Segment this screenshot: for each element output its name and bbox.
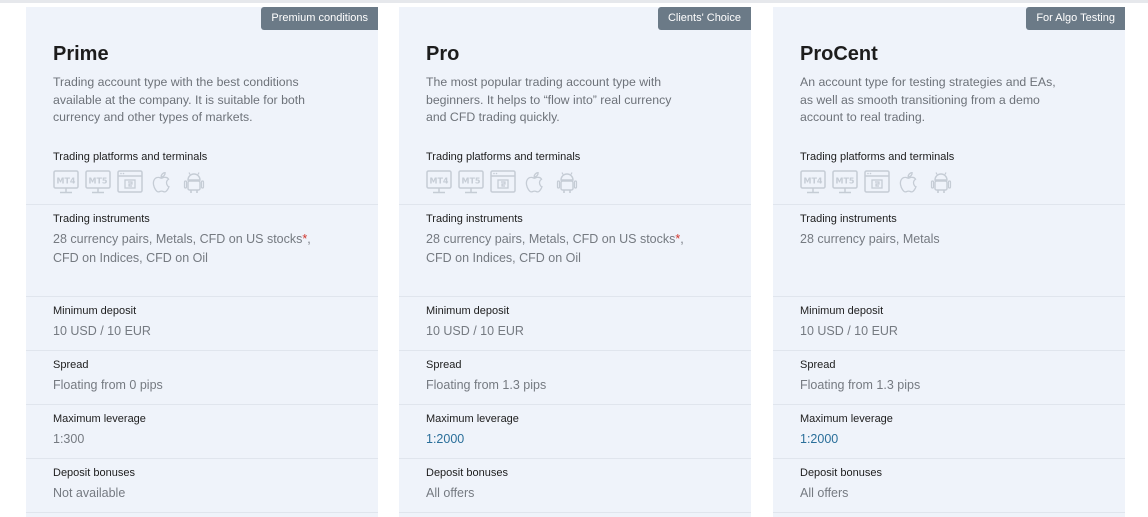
android-icon [181,169,207,195]
bonuses-value: All offers [426,486,475,500]
divider [399,404,751,405]
svg-text:MT5: MT5 [89,177,108,186]
min-deposit-value: 10 USD / 10 EUR [800,324,898,338]
divider [26,458,378,459]
apple-icon [896,169,922,195]
leverage-link[interactable]: 1:2000 [426,430,464,449]
instruments-value: 28 currency pairs, Metals, CFD on US sto… [53,232,311,265]
mt5-icon: MT5 [832,169,858,195]
divider [773,458,1125,459]
android-icon [928,169,954,195]
bonuses-value: All offers [800,486,849,500]
divider [26,512,378,513]
svg-text:MT5: MT5 [836,177,855,186]
instruments-value: 28 currency pairs, Metals [800,232,940,246]
bonuses-label: Deposit bonuses [53,467,135,479]
bonuses-label: Deposit bonuses [800,467,882,479]
instruments-label: Trading instruments [426,213,523,225]
mt4-icon: MT4 [800,169,826,195]
svg-text:MT4: MT4 [804,177,823,186]
spread-label: Spread [426,359,462,371]
web-terminal-icon [864,169,890,195]
spread-label: Spread [800,359,836,371]
card-description: An account type for testing strategies a… [800,75,1056,125]
platform-icons: MT4 MT5 [53,169,207,195]
top-border [0,0,1148,3]
card-badge: Premium conditions [261,7,378,30]
leverage-link[interactable]: 1:2000 [800,430,838,449]
platforms-label: Trading platforms and terminals [426,151,581,163]
card-badge: For Algo Testing [1026,7,1125,30]
min-deposit-value: 10 USD / 10 EUR [426,324,524,338]
platforms-label: Trading platforms and terminals [800,151,955,163]
web-terminal-icon [490,169,516,195]
card-title[interactable]: ProCent [800,43,878,66]
platforms-label: Trading platforms and terminals [53,151,208,163]
mt5-icon: MT5 [85,169,111,195]
apple-icon [149,169,175,195]
divider [773,512,1125,513]
divider [773,404,1125,405]
platform-icons: MT4 MT5 [426,169,580,195]
min-deposit-label: Minimum deposit [53,305,137,317]
leverage-label: Maximum leverage [53,413,146,425]
leverage-value: 1:300 [53,432,85,446]
divider [26,204,378,205]
min-deposit-label: Minimum deposit [800,305,884,317]
divider [26,350,378,351]
spread-value: Floating from 0 pips [53,378,163,392]
bonuses-label: Deposit bonuses [426,467,508,479]
divider [773,296,1125,297]
divider [399,296,751,297]
apple-icon [522,169,548,195]
card-badge: Clients' Choice [657,7,751,30]
mt4-icon: MT4 [53,169,79,195]
svg-text:MT4: MT4 [430,177,449,186]
instruments-value: 28 currency pairs, Metals, CFD on US sto… [426,232,684,265]
divider [773,204,1125,205]
divider [773,350,1125,351]
account-card-prime: Premium conditions Prime Trading account… [26,7,378,517]
divider [399,512,751,513]
spread-value: Floating from 1.3 pips [800,378,921,392]
card-title[interactable]: Pro [426,43,459,66]
leverage-label: Maximum leverage [426,413,519,425]
account-card-procent: For Algo Testing ProCent An account type… [773,7,1125,517]
divider [399,458,751,459]
svg-text:MT4: MT4 [57,177,76,186]
divider [26,404,378,405]
web-terminal-icon [117,169,143,195]
mt4-icon: MT4 [426,169,452,195]
instruments-label: Trading instruments [800,213,897,225]
divider [399,350,751,351]
card-title[interactable]: Prime [53,43,109,66]
platform-icons: MT4 MT5 [800,169,954,195]
min-deposit-value: 10 USD / 10 EUR [53,324,151,338]
leverage-label: Maximum leverage [800,413,893,425]
divider [399,204,751,205]
android-icon [554,169,580,195]
bonuses-value: Not available [53,486,126,500]
card-description: Trading account type with the best condi… [53,75,306,125]
min-deposit-label: Minimum deposit [426,305,510,317]
spread-label: Spread [53,359,89,371]
spread-value: Floating from 1.3 pips [426,378,547,392]
instruments-label: Trading instruments [53,213,150,225]
divider [26,296,378,297]
account-card-pro: Clients' Choice Pro The most popular tra… [399,7,751,517]
card-description: The most popular trading account type wi… [426,75,672,125]
svg-text:MT5: MT5 [462,177,481,186]
mt5-icon: MT5 [458,169,484,195]
